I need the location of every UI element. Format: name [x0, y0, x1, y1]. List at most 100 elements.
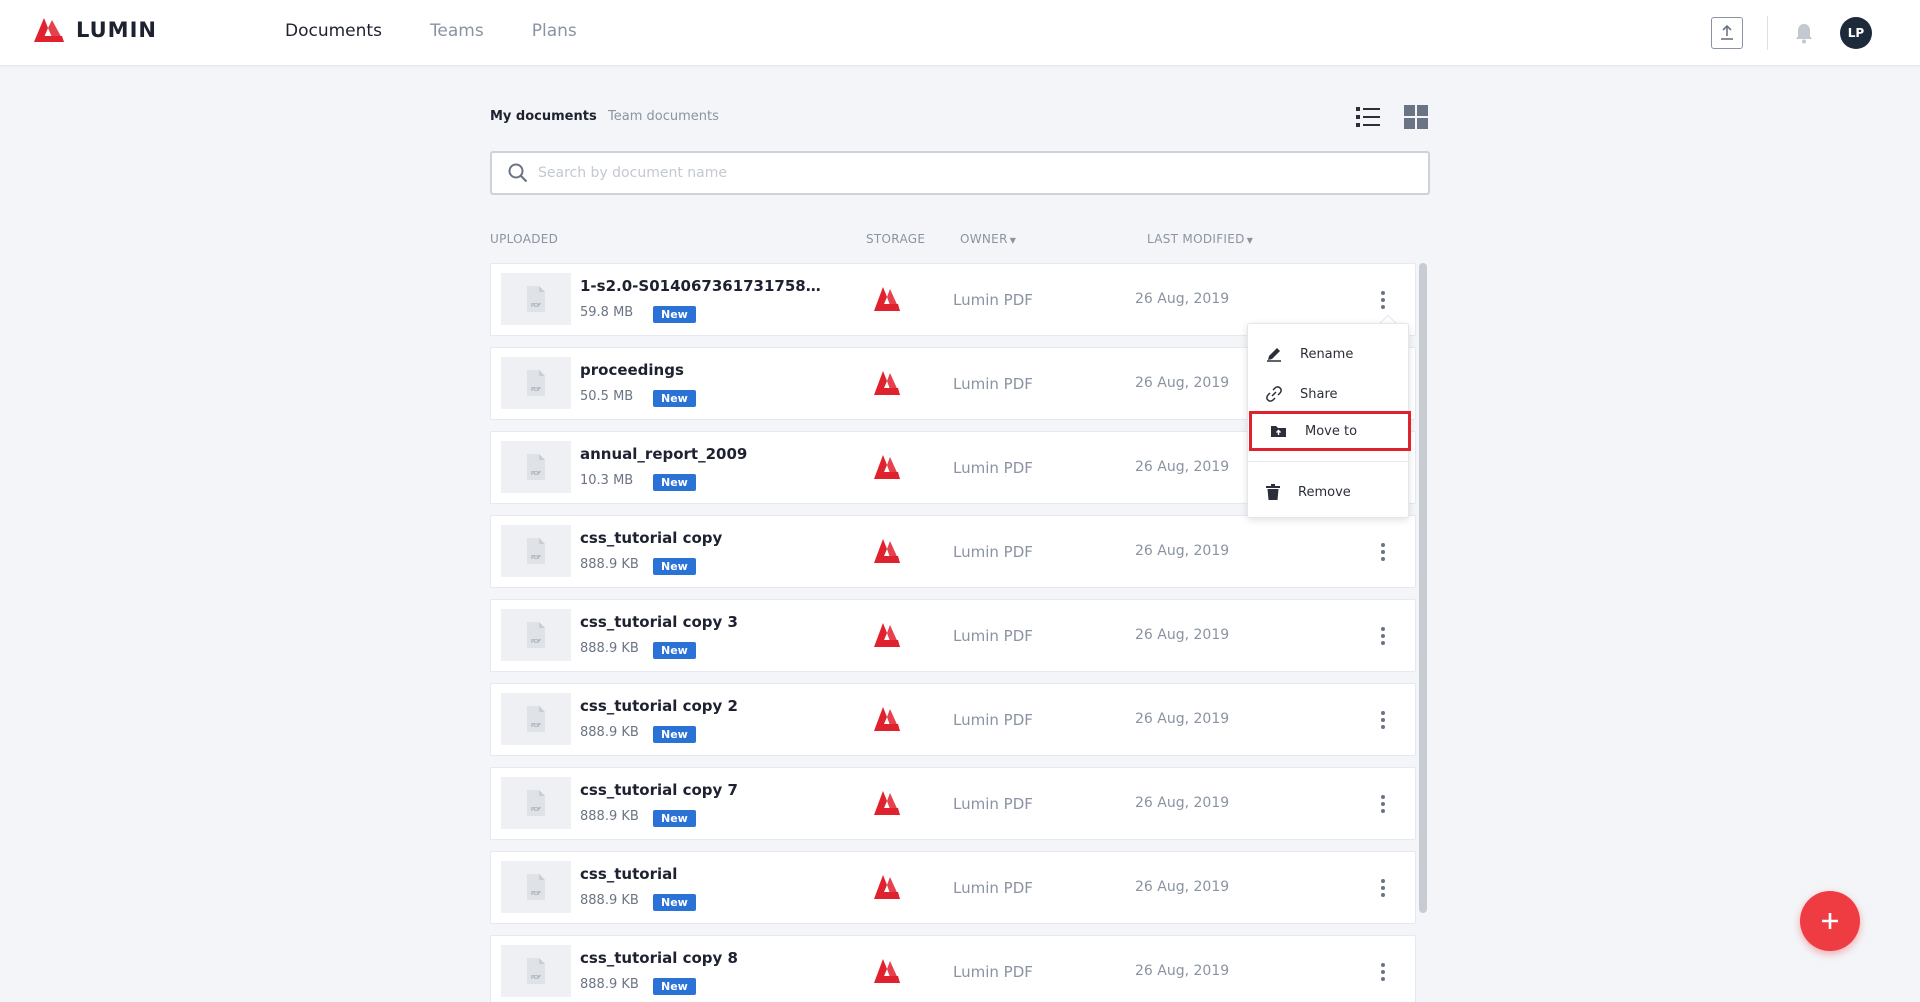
pdf-thumbnail: PDF [501, 357, 571, 409]
document-name[interactable]: css_tutorial copy 2 [580, 697, 738, 715]
document-owner: Lumin PDF [953, 627, 1033, 645]
kebab-icon [1381, 291, 1385, 309]
pdf-thumbnail: PDF [501, 693, 571, 745]
menu-item-move-to[interactable]: Move to [1249, 411, 1411, 451]
document-size: 50.5 MB [580, 389, 634, 404]
view-toggle [1354, 103, 1430, 131]
tab-my-documents[interactable]: My documents [490, 109, 597, 124]
main-nav: Documents Teams Plans [285, 21, 577, 41]
document-owner: Lumin PDF [953, 543, 1033, 561]
pdf-thumb-label: PDF [531, 639, 541, 645]
document-row[interactable]: PDF css_tutorial copy 7 888.9 KB New Lum… [490, 767, 1416, 840]
brand-name: LUMIN [76, 18, 157, 42]
pdf-thumb-label: PDF [531, 975, 541, 981]
pdf-file-icon: PDF [527, 622, 545, 648]
document-name[interactable]: proceedings [580, 361, 684, 379]
lumin-storage-icon [873, 454, 901, 484]
nav-documents[interactable]: Documents [285, 21, 382, 41]
pdf-thumbnail: PDF [501, 525, 571, 577]
pencil-icon [1267, 348, 1281, 362]
document-name[interactable]: css_tutorial copy 3 [580, 613, 738, 631]
document-row[interactable]: PDF css_tutorial copy 888.9 KB New Lumin… [490, 515, 1416, 588]
documents-panel: My documents Team documents UPLOADED STO… [490, 100, 1430, 1002]
lumin-storage-icon [873, 790, 901, 820]
document-row[interactable]: PDF css_tutorial copy 8 888.9 KB New Lum… [490, 935, 1416, 1002]
lumin-storage-icon [873, 538, 901, 568]
nav-teams[interactable]: Teams [430, 21, 484, 41]
more-options-button[interactable] [1373, 876, 1393, 900]
menu-item-label: Remove [1298, 484, 1351, 500]
document-size: 888.9 KB [580, 809, 639, 824]
document-size: 888.9 KB [580, 557, 639, 572]
kebab-icon [1381, 627, 1385, 645]
plus-icon [1822, 913, 1838, 929]
document-name[interactable]: 1-s2.0-S0140673617317580-main [580, 277, 825, 295]
search-input[interactable] [538, 165, 1398, 181]
document-modified: 26 Aug, 2019 [1135, 459, 1230, 475]
list-view-icon [1356, 107, 1380, 127]
list-scrollbar[interactable] [1419, 263, 1427, 913]
pdf-file-icon: PDF [527, 790, 545, 816]
sort-caret-icon: ▼ [1009, 236, 1017, 245]
document-modified: 26 Aug, 2019 [1135, 375, 1230, 391]
document-name[interactable]: css_tutorial copy 8 [580, 949, 738, 967]
menu-item-rename[interactable]: Rename [1248, 334, 1410, 374]
pdf-file-icon: PDF [527, 706, 545, 732]
document-row[interactable]: PDF css_tutorial copy 2 888.9 KB New Lum… [490, 683, 1416, 756]
lumin-storage-icon [873, 874, 901, 904]
lumin-storage-icon [873, 286, 901, 316]
column-owner-sort[interactable]: OWNER ▼ [960, 232, 1016, 246]
menu-item-share[interactable]: Share [1248, 374, 1410, 414]
menu-divider [1248, 461, 1410, 462]
nav-plans[interactable]: Plans [532, 21, 577, 41]
lumin-logo-icon [32, 16, 66, 44]
document-name[interactable]: css_tutorial [580, 865, 677, 883]
pdf-thumb-label: PDF [531, 387, 541, 393]
document-size: 888.9 KB [580, 977, 639, 992]
lumin-logo[interactable]: LUMIN [32, 16, 157, 44]
more-options-button[interactable] [1373, 960, 1393, 984]
more-options-button[interactable] [1373, 792, 1393, 816]
document-name[interactable]: css_tutorial copy 7 [580, 781, 738, 799]
document-name[interactable]: css_tutorial copy [580, 529, 722, 547]
sort-caret-icon: ▼ [1246, 236, 1254, 245]
pdf-file-icon: PDF [527, 874, 545, 900]
tab-team-documents[interactable]: Team documents [608, 109, 719, 124]
new-badge: New [653, 894, 696, 911]
pdf-file-icon: PDF [527, 958, 545, 984]
document-size: 59.8 MB [580, 305, 634, 320]
grid-view-button[interactable] [1402, 103, 1430, 131]
new-badge: New [653, 306, 696, 323]
add-document-button[interactable] [1800, 891, 1860, 951]
document-modified: 26 Aug, 2019 [1135, 291, 1230, 307]
document-row[interactable]: PDF css_tutorial copy 3 888.9 KB New Lum… [490, 599, 1416, 672]
more-options-button[interactable] [1373, 540, 1393, 564]
menu-item-remove[interactable]: Remove [1248, 472, 1410, 512]
pdf-file-icon: PDF [527, 370, 545, 396]
header-actions: LP [1711, 16, 1872, 50]
document-modified: 26 Aug, 2019 [1135, 879, 1230, 895]
column-last-modified-label: LAST MODIFIED [1147, 232, 1245, 246]
upload-button[interactable] [1711, 17, 1743, 49]
new-badge: New [653, 558, 696, 575]
notifications-button[interactable] [1792, 20, 1816, 46]
column-last-modified-sort[interactable]: LAST MODIFIED ▼ [1147, 232, 1253, 246]
avatar[interactable]: LP [1840, 17, 1872, 49]
document-name[interactable]: annual_report_2009 [580, 445, 747, 463]
pdf-thumbnail: PDF [501, 273, 571, 325]
document-owner: Lumin PDF [953, 795, 1033, 813]
more-options-button[interactable] [1373, 288, 1393, 312]
header-divider [1767, 16, 1768, 50]
pdf-thumb-label: PDF [531, 471, 541, 477]
document-modified: 26 Aug, 2019 [1135, 711, 1230, 727]
more-options-button[interactable] [1373, 624, 1393, 648]
upload-icon [1721, 25, 1733, 40]
document-row[interactable]: PDF css_tutorial 888.9 KB New Lumin PDF … [490, 851, 1416, 924]
context-menu: Rename Share Move to Remove [1247, 323, 1411, 518]
more-options-button[interactable] [1373, 708, 1393, 732]
kebab-icon [1381, 711, 1385, 729]
kebab-icon [1381, 543, 1385, 561]
kebab-icon [1381, 963, 1385, 981]
list-view-button[interactable] [1354, 103, 1382, 131]
document-owner: Lumin PDF [953, 879, 1033, 897]
